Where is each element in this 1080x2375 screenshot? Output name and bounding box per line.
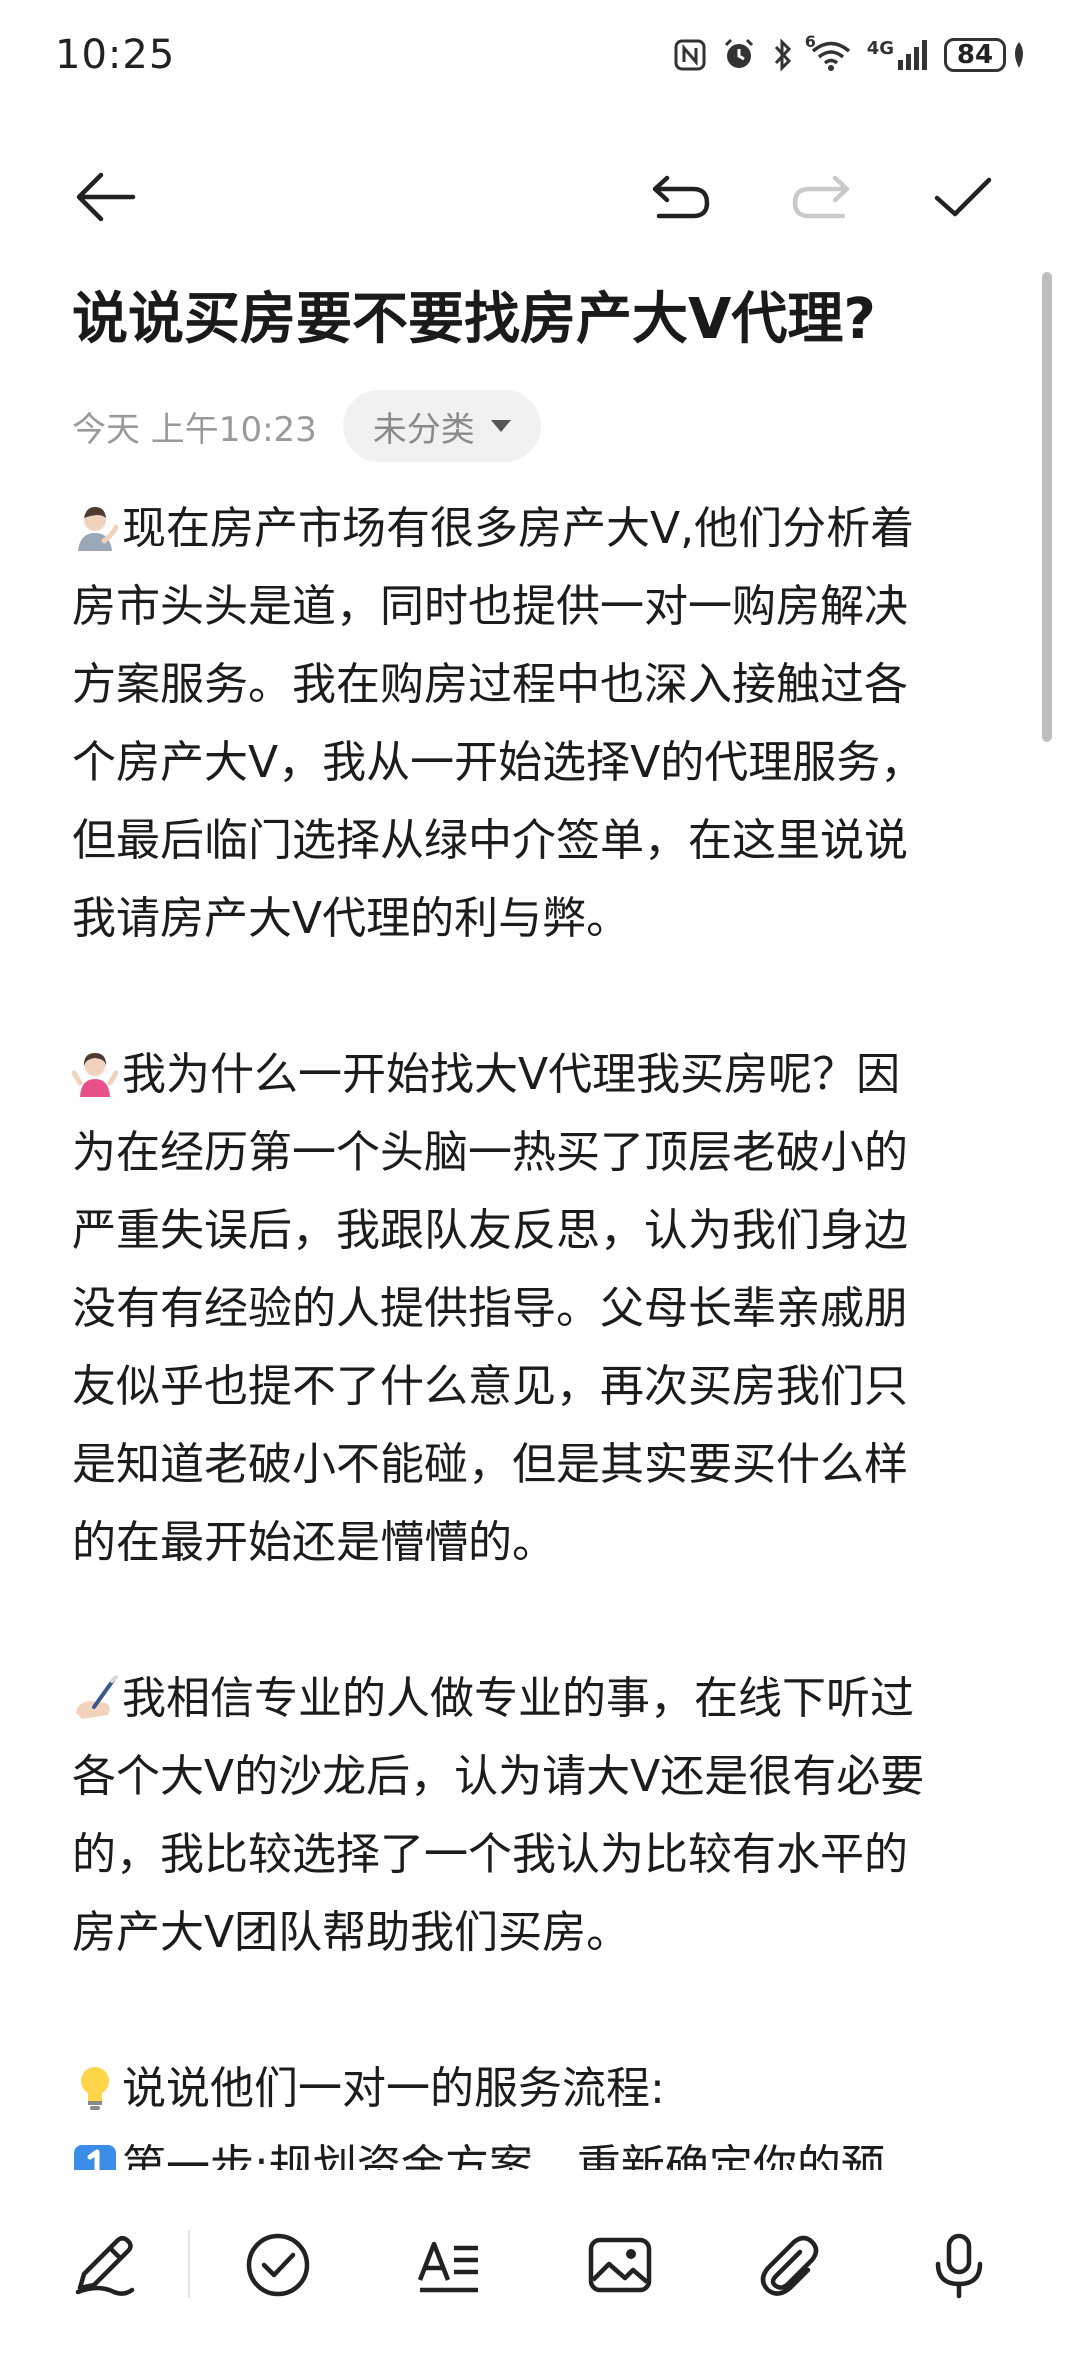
microphone-icon	[935, 2233, 983, 2299]
save-check-button[interactable]	[928, 162, 998, 232]
wifi-generation-label: 6	[804, 32, 816, 51]
back-button[interactable]	[70, 162, 140, 232]
paragraph-line: 友似乎也提不了什么意见，再次买房我们只	[72, 1361, 908, 1412]
writing-hand-icon	[72, 1670, 118, 1720]
pen-icon	[75, 2236, 135, 2296]
paragraph-line: 说说他们一对一的服务流程:	[122, 2063, 665, 2114]
check-icon	[934, 177, 992, 217]
editor-toolbar	[0, 140, 1080, 250]
note-meta: 今天 上午10:23 未分类	[72, 388, 541, 464]
undo-icon	[652, 175, 710, 219]
battery-level: 84	[944, 38, 1006, 72]
paragraph-line: 现在房产市场有很多房产大V,他们分析着	[122, 503, 915, 554]
keycap-one-icon	[72, 2138, 118, 2170]
paragraph-line: 没有有经验的人提供指导。父母长辈亲戚朋	[72, 1283, 908, 1334]
charging-leaf-icon	[1015, 42, 1023, 68]
bluetooth-icon	[771, 37, 795, 73]
paragraph-line: 个房产大V，我从一开始选择V的代理服务，	[72, 737, 925, 788]
attachment-button[interactable]	[746, 2222, 832, 2308]
paragraph: 我为什么一开始找大V代理我买房呢？因 为在经历第一个头脑一热买了顶层老破小的 严…	[72, 1036, 1002, 1582]
attachment-icon	[760, 2235, 819, 2296]
paragraph-line: 方案服务。我在购房过程中也深入接触过各	[72, 659, 908, 710]
paragraph-line: 我相信专业的人做专业的事，在线下听过	[122, 1673, 914, 1724]
paragraph-line: 第一步:规划资金方案，重新确定你的预	[122, 2141, 885, 2170]
bottom-tool-bar	[0, 2190, 1080, 2375]
checklist-button[interactable]	[235, 2222, 321, 2308]
paragraph-line: 但最后临门选择从绿中介签单，在这里说说	[72, 815, 908, 866]
category-selector[interactable]: 未分类	[342, 390, 541, 462]
status-icons: 6 4G 84	[673, 32, 1028, 73]
caret-down-icon	[490, 420, 511, 432]
paragraph-line: 为在经历第一个头脑一热买了顶层老破小的	[72, 1127, 908, 1178]
paragraph-line: 的，我比较选择了一个我认为比较有水平的	[72, 1829, 908, 1880]
network-type-label: 4G	[866, 38, 894, 59]
status-time: 10:25	[55, 32, 176, 78]
paragraph-line: 的在最开始还是懵懵的。	[72, 1517, 556, 1568]
paragraph-line: 我请房产大V代理的利与弊。	[72, 893, 631, 944]
light-bulb-icon	[72, 2060, 118, 2110]
wifi-icon: 6	[805, 32, 853, 72]
alarm-icon	[721, 37, 757, 73]
status-bar: 10:25 6 4G 84	[0, 0, 1080, 110]
toolbar-divider	[188, 2230, 190, 2298]
text-format-icon	[417, 2241, 478, 2293]
paragraph: 第一步:规划资金方案，重新确定你的预	[72, 2128, 1002, 2170]
back-arrow-icon	[76, 172, 136, 222]
note-body[interactable]: 现在房产市场有很多房产大V,他们分析着 房市头头是道，同时也提供一对一购房解决 …	[72, 490, 1002, 2170]
person-tipping-hand-icon	[72, 500, 119, 551]
battery-indicator: 84	[944, 38, 1028, 72]
paragraph: 我相信专业的人做专业的事，在线下听过 各个大V的沙龙后，认为请大V还是很有必要 …	[72, 1660, 1002, 1972]
insert-image-button[interactable]	[577, 2222, 663, 2308]
nfc-icon	[673, 38, 707, 72]
paragraph-line: 各个大V的沙龙后，认为请大V还是很有必要	[72, 1751, 925, 1802]
note-date: 今天 上午10:23	[72, 409, 317, 450]
category-label: 未分类	[372, 409, 475, 450]
handwriting-button[interactable]	[62, 2222, 148, 2308]
paragraph-line: 是知道老破小不能碰，但是其实要买什么样	[72, 1439, 908, 1490]
paragraph-line: 房产大V团队帮助我们买房。	[72, 1907, 631, 1958]
paragraph: 说说他们一对一的服务流程:	[72, 2050, 1002, 2128]
undo-button[interactable]	[646, 162, 716, 232]
checklist-icon	[246, 2233, 310, 2297]
cellular-signal-icon: 4G	[867, 38, 930, 72]
redo-icon	[792, 175, 850, 219]
paragraph-line: 我为什么一开始找大V代理我买房呢？因	[122, 1049, 901, 1100]
image-icon	[588, 2237, 652, 2293]
paragraph-line: 房市头头是道，同时也提供一对一购房解决	[72, 581, 908, 632]
note-title[interactable]: 说说买房要不要找房产大V代理?	[72, 280, 1032, 360]
scrollbar[interactable]	[1042, 272, 1052, 742]
voice-input-button[interactable]	[916, 2222, 1002, 2308]
redo-button[interactable]	[786, 162, 856, 232]
paragraph: 现在房产市场有很多房产大V,他们分析着 房市头头是道，同时也提供一对一购房解决 …	[72, 490, 1002, 958]
person-shrugging-icon	[72, 1046, 119, 1097]
paragraph-line: 严重失误后，我跟队友反思，认为我们身边	[72, 1205, 908, 1256]
text-format-button[interactable]	[406, 2222, 492, 2308]
